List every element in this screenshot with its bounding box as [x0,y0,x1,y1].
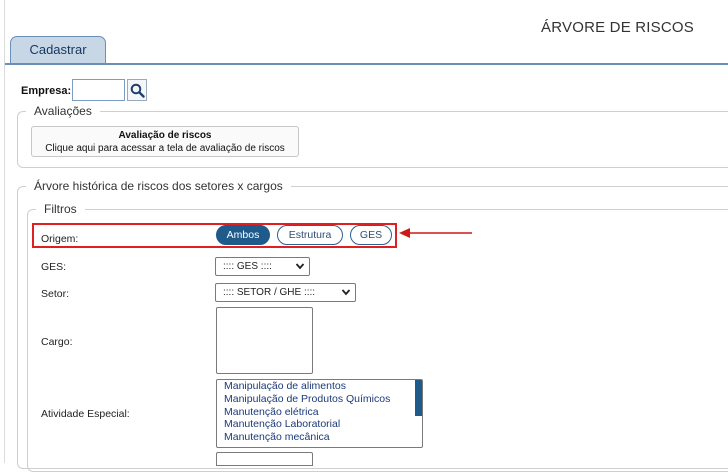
atividade-listbox[interactable]: Manipulação de alimentos Manipulação de … [216,379,423,448]
list-item[interactable]: Manutenção Laboratorial [217,418,422,431]
chevron-down-icon [295,263,305,270]
list-item[interactable]: Manutenção elétrica [217,406,422,419]
list-item[interactable]: Manipulação de alimentos [217,380,422,393]
ges-label: GES: [41,261,67,273]
setor-label: Setor: [41,288,70,300]
tab-cadastrar[interactable]: Cadastrar [10,36,106,63]
filtros-legend: Filtros [44,202,77,216]
origem-label: Origem: [41,233,79,245]
listbox-scrollbar[interactable] [415,380,422,416]
ges-select[interactable]: :::: GES :::: [215,257,310,276]
empresa-search-button[interactable] [127,79,147,101]
arrow-left-icon [399,228,472,238]
empresa-input[interactable] [72,79,125,101]
frame-border [4,0,5,463]
cargo-listbox[interactable] [216,307,313,374]
next-field-box[interactable] [216,452,313,466]
ges-select-value: :::: GES :::: [223,261,272,272]
avaliacoes-legend: Avaliações [34,104,92,118]
chevron-down-icon [341,289,351,296]
setor-select-value: :::: SETOR / GHE :::: [223,287,316,298]
avaliacao-riscos-button[interactable]: Avaliação de riscos Clique aqui para ace… [31,126,299,157]
search-icon [130,83,145,98]
empresa-label: Empresa: [21,85,72,97]
list-item[interactable]: Manipulação de Produtos Químicos [217,393,422,406]
atividade-label: Atividade Especial: [41,408,130,420]
origem-option-ambos[interactable]: Ambos [216,225,270,245]
origem-option-ges[interactable]: GES [350,225,392,245]
tab-divider [5,63,728,65]
avaliacao-button-title: Avaliação de riscos [118,130,212,141]
page-title: ÁRVORE DE RISCOS [541,19,694,36]
avaliacao-button-subtitle: Clique aqui para acessar a tela de avali… [45,143,285,154]
origem-option-estrutura[interactable]: Estrutura [277,225,343,245]
arvore-legend: Árvore histórica de riscos dos setores x… [34,179,283,193]
setor-select[interactable]: :::: SETOR / GHE :::: [215,283,356,302]
cargo-label: Cargo: [41,336,73,348]
list-item[interactable]: Manutenção mecânica [217,431,422,444]
